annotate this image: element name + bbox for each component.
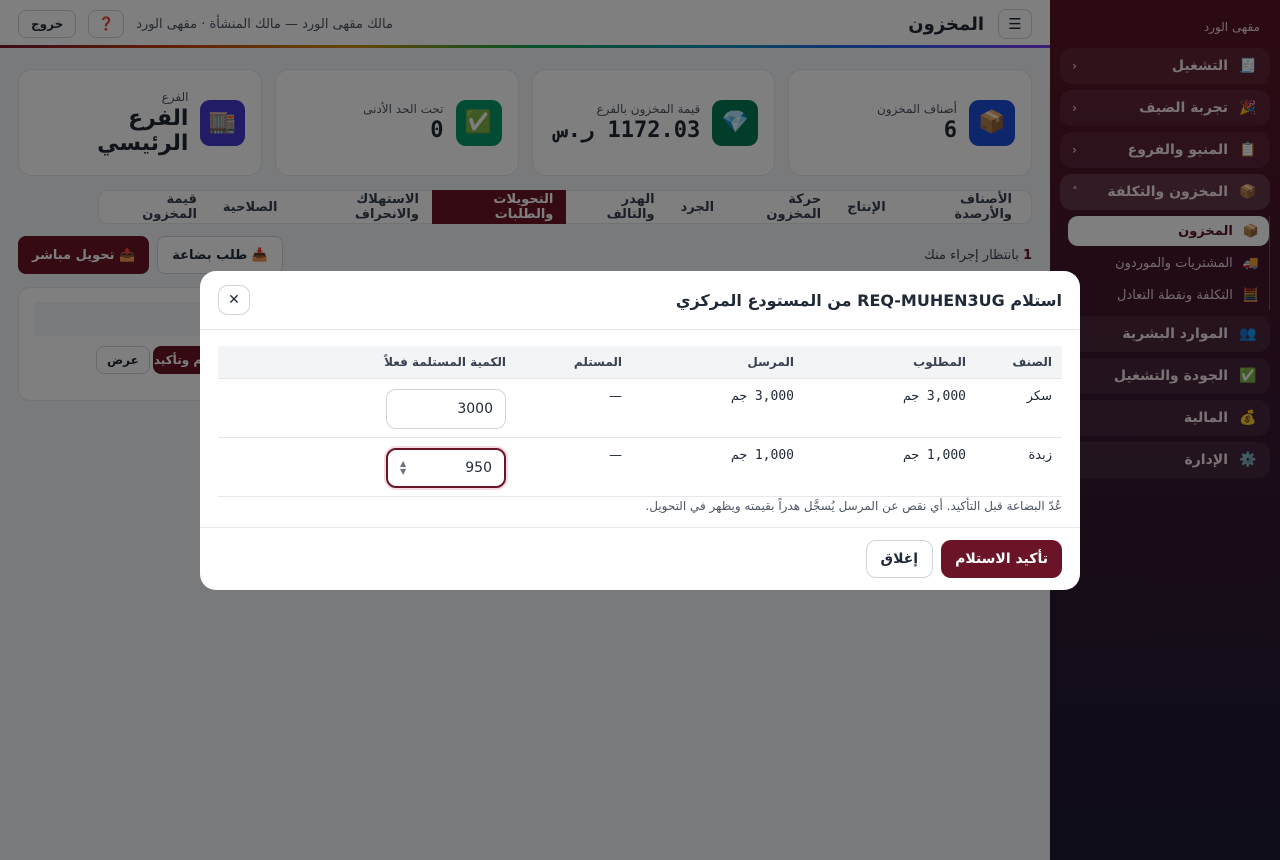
col-requested: المطلوب xyxy=(913,354,966,369)
modal-header: استلام REQ-MUHEN3UG من المستودع المركزي … xyxy=(200,271,1080,330)
requested-qty: 3,000 جم xyxy=(804,377,976,437)
qty-value: 950 xyxy=(465,459,492,476)
table-row: زبدة 1,000 جم 1,000 جم — ▲ ▼ 950 xyxy=(218,436,1062,496)
received-qty: — xyxy=(516,436,632,496)
modal-body: الصنف المطلوب المرسل المستلم الكمية المس… xyxy=(200,330,1080,527)
actual-qty-input[interactable]: 3000 xyxy=(386,388,506,429)
col-item: الصنف xyxy=(1012,354,1052,369)
spinner-icon[interactable]: ▲ ▼ xyxy=(400,459,406,476)
table-header-row: الصنف المطلوب المرسل المستلم الكمية المس… xyxy=(218,346,1062,378)
col-sent: المرسل xyxy=(747,354,794,369)
modal-title: استلام REQ-MUHEN3UG من المستودع المركزي xyxy=(675,290,1062,310)
table-row: سكر 3,000 جم 3,000 جم — 3000 xyxy=(218,377,1062,437)
confirm-receive-button[interactable]: تأكيد الاستلام xyxy=(941,540,1062,578)
actual-qty-input-focused[interactable]: ▲ ▼ 950 xyxy=(386,447,506,488)
receive-modal: استلام REQ-MUHEN3UG من المستودع المركزي … xyxy=(200,271,1080,590)
item-name: سكر xyxy=(976,377,1062,437)
sent-qty: 1,000 جم xyxy=(632,436,804,496)
sent-qty: 3,000 جم xyxy=(632,377,804,437)
item-name: زبدة xyxy=(976,436,1062,496)
requested-qty: 1,000 جم xyxy=(804,436,976,496)
receive-hint: عُدّ البضاعة قبل التأكيد. أي نقص عن المر… xyxy=(218,496,1062,527)
col-actual-qty: الكمية المستلمة فعلاً xyxy=(384,354,506,369)
close-button[interactable]: إغلاق xyxy=(865,540,934,578)
close-icon[interactable]: ✕ xyxy=(218,285,250,315)
received-qty: — xyxy=(516,377,632,437)
receive-table: الصنف المطلوب المرسل المستلم الكمية المس… xyxy=(218,346,1062,496)
modal-footer: تأكيد الاستلام إغلاق xyxy=(200,527,1080,590)
col-received: المستلم xyxy=(573,354,622,369)
